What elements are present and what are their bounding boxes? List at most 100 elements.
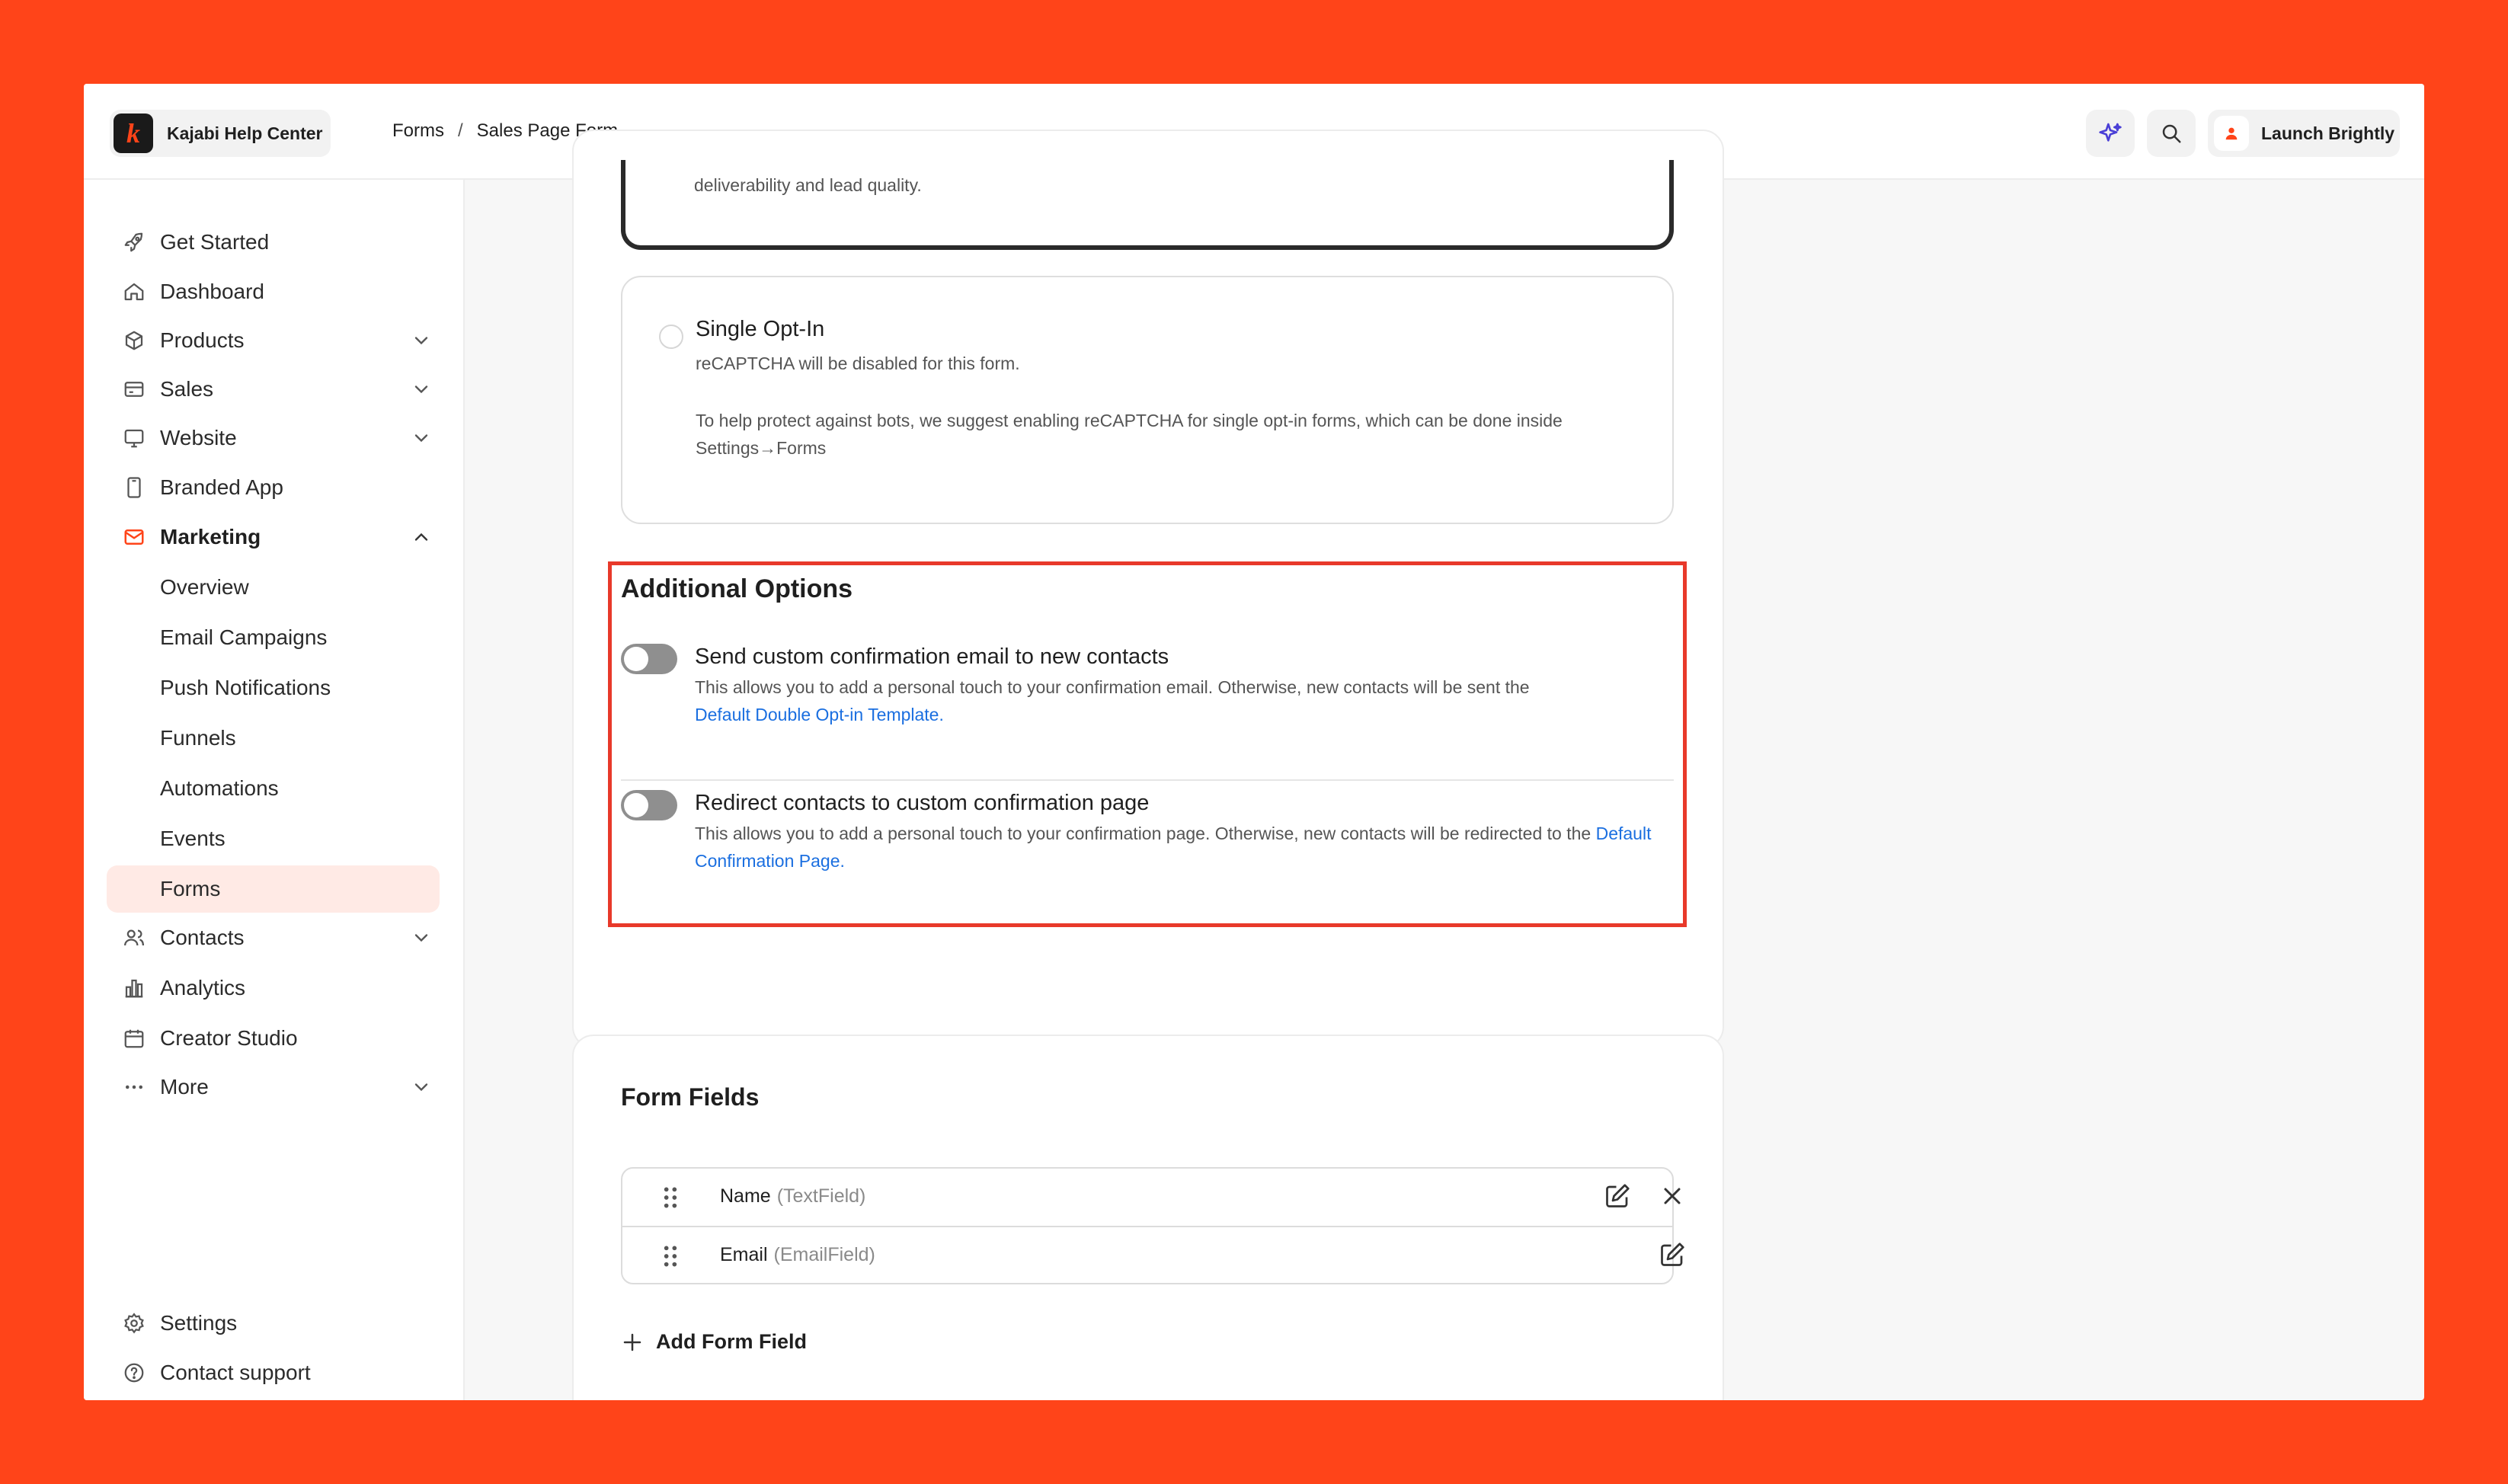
sidebar-item-get-started[interactable]: Get Started	[107, 219, 440, 266]
custom-confirmation-page-title: Redirect contacts to custom confirmation…	[695, 791, 1150, 815]
option-description-text: This allows you to add a personal touch …	[695, 677, 1530, 697]
brand-label: Kajabi Help Center	[167, 123, 323, 143]
edit-icon[interactable]	[1659, 1241, 1686, 1268]
single-opt-in-option[interactable]: Single Opt-In reCAPTCHA will be disabled…	[621, 276, 1674, 524]
ai-assistant-button[interactable]	[2086, 110, 2135, 157]
additional-options-title: Additional Options	[621, 574, 853, 603]
chevron-down-icon	[414, 385, 428, 394]
sidebar: Get Started Dashboard Products Sales Web…	[84, 180, 465, 1400]
sidebar-item-label: More	[160, 1075, 209, 1099]
close-icon[interactable]	[1659, 1182, 1686, 1210]
toggle-knob	[624, 793, 648, 817]
sidebar-item-label: Marketing	[160, 525, 261, 549]
plus-icon	[623, 1333, 641, 1351]
sidebar-item-label: Email Campaigns	[160, 625, 328, 649]
sidebar-item-sales[interactable]: Sales	[107, 366, 440, 413]
sidebar-item-marketing[interactable]: Marketing	[107, 513, 440, 561]
dots-icon	[120, 1073, 148, 1101]
sidebar-item-analytics[interactable]: Analytics	[107, 964, 440, 1012]
chevron-down-icon	[414, 337, 428, 345]
chevron-down-icon	[414, 1083, 428, 1092]
user-icon	[2225, 127, 2238, 140]
rocket-icon	[120, 229, 148, 256]
single-opt-in-radio[interactable]	[659, 325, 683, 349]
edit-icon[interactable]	[1604, 1182, 1631, 1210]
field-label: Email	[720, 1244, 768, 1265]
chevron-down-icon	[414, 934, 428, 942]
sidebar-item-forms[interactable]: Forms	[107, 865, 440, 913]
sidebar-item-label: Contacts	[160, 926, 245, 949]
sidebar-item-settings[interactable]: Settings	[107, 1300, 440, 1347]
custom-confirmation-email-title: Send custom confirmation email to new co…	[695, 644, 1169, 669]
custom-confirmation-email-description: This allows you to add a personal touch …	[695, 673, 1716, 728]
sidebar-item-label: Sales	[160, 377, 214, 401]
sidebar-item-products[interactable]: Products	[107, 317, 440, 364]
sidebar-item-label: Events	[160, 827, 226, 850]
search-button[interactable]	[2147, 110, 2196, 157]
account-name: Launch Brightly	[2261, 123, 2395, 143]
users-icon	[120, 924, 148, 951]
sidebar-item-funnels[interactable]: Funnels	[107, 715, 440, 762]
sidebar-item-more[interactable]: More	[107, 1063, 440, 1111]
breadcrumb-separator: /	[458, 120, 463, 141]
sidebar-item-email-campaigns[interactable]: Email Campaigns	[107, 614, 440, 661]
field-label: Name	[720, 1185, 771, 1207]
add-form-field-label: Add Form Field	[656, 1330, 807, 1353]
form-fields-table: Name (TextField) Email (EmailField)	[621, 1167, 1684, 1284]
sidebar-item-dashboard[interactable]: Dashboard	[107, 268, 440, 315]
single-opt-in-subtitle: reCAPTCHA will be disabled for this form…	[696, 353, 1020, 373]
add-form-field-button[interactable]: Add Form Field	[621, 1330, 807, 1354]
search-icon	[2162, 124, 2181, 143]
sidebar-item-label: Website	[160, 426, 237, 449]
brand-button[interactable]: k Kajabi Help Center	[110, 110, 331, 157]
sidebar-item-label: Analytics	[160, 976, 246, 999]
breadcrumb-forms-link[interactable]: Forms	[392, 120, 444, 142]
drag-handle-icon[interactable]	[662, 1244, 679, 1268]
option-description-text: This allows you to add a personal touch …	[695, 824, 1591, 843]
sidebar-item-label: Automations	[160, 776, 279, 800]
double-opt-in-option[interactable]: deliverability and lead quality.	[621, 160, 1674, 250]
sidebar-item-label: Products	[160, 328, 245, 352]
sidebar-item-push-notifications[interactable]: Push Notifications	[107, 664, 440, 712]
chevron-up-icon	[414, 533, 428, 541]
sidebar-item-label: Get Started	[160, 230, 270, 254]
form-fields-title: Form Fields	[621, 1083, 760, 1111]
options-divider	[621, 779, 1674, 781]
sidebar-item-label: Branded App	[160, 475, 283, 499]
double-opt-in-description: deliverability and lead quality.	[694, 175, 922, 195]
sidebar-item-branded-app[interactable]: Branded App	[107, 464, 440, 511]
calendar-icon	[120, 1025, 148, 1052]
single-opt-in-title: Single Opt-In	[696, 317, 825, 341]
sidebar-item-label: Funnels	[160, 726, 236, 750]
box-icon	[120, 327, 148, 354]
home-icon	[120, 278, 148, 305]
default-double-opt-in-template-link[interactable]: Default Double Opt-in Template.	[695, 705, 944, 724]
toggle-knob	[624, 647, 648, 671]
sidebar-item-label: Dashboard	[160, 280, 264, 303]
sidebar-item-overview[interactable]: Overview	[107, 564, 440, 611]
kajabi-logo-icon: k	[114, 114, 153, 153]
field-name: Email (EmailField)	[720, 1244, 875, 1266]
sidebar-item-label: Creator Studio	[160, 1026, 298, 1050]
sidebar-item-events[interactable]: Events	[107, 815, 440, 862]
help-icon	[120, 1359, 148, 1386]
custom-confirmation-page-toggle[interactable]	[621, 790, 677, 820]
account-avatar	[2214, 116, 2249, 151]
monitor-icon	[120, 424, 148, 452]
sidebar-item-website[interactable]: Website	[107, 414, 440, 462]
sidebar-item-contact-support[interactable]: Contact support	[107, 1349, 440, 1396]
custom-confirmation-page-description: This allows you to add a personal touch …	[695, 820, 1716, 875]
sidebar-item-contacts[interactable]: Contacts	[107, 914, 440, 961]
field-name: Name (TextField)	[720, 1185, 865, 1207]
mail-icon	[120, 523, 148, 551]
gear-icon	[120, 1310, 148, 1337]
sidebar-item-label: Overview	[160, 575, 249, 599]
account-menu-button[interactable]: Launch Brightly	[2208, 110, 2400, 157]
sidebar-item-label: Push Notifications	[160, 676, 331, 699]
sidebar-item-label: Contact support	[160, 1361, 311, 1384]
sidebar-item-automations[interactable]: Automations	[107, 765, 440, 812]
table-row: Name (TextField)	[622, 1169, 1681, 1226]
sidebar-item-creator-studio[interactable]: Creator Studio	[107, 1015, 440, 1062]
drag-handle-icon[interactable]	[662, 1185, 679, 1210]
custom-confirmation-email-toggle[interactable]	[621, 644, 677, 674]
